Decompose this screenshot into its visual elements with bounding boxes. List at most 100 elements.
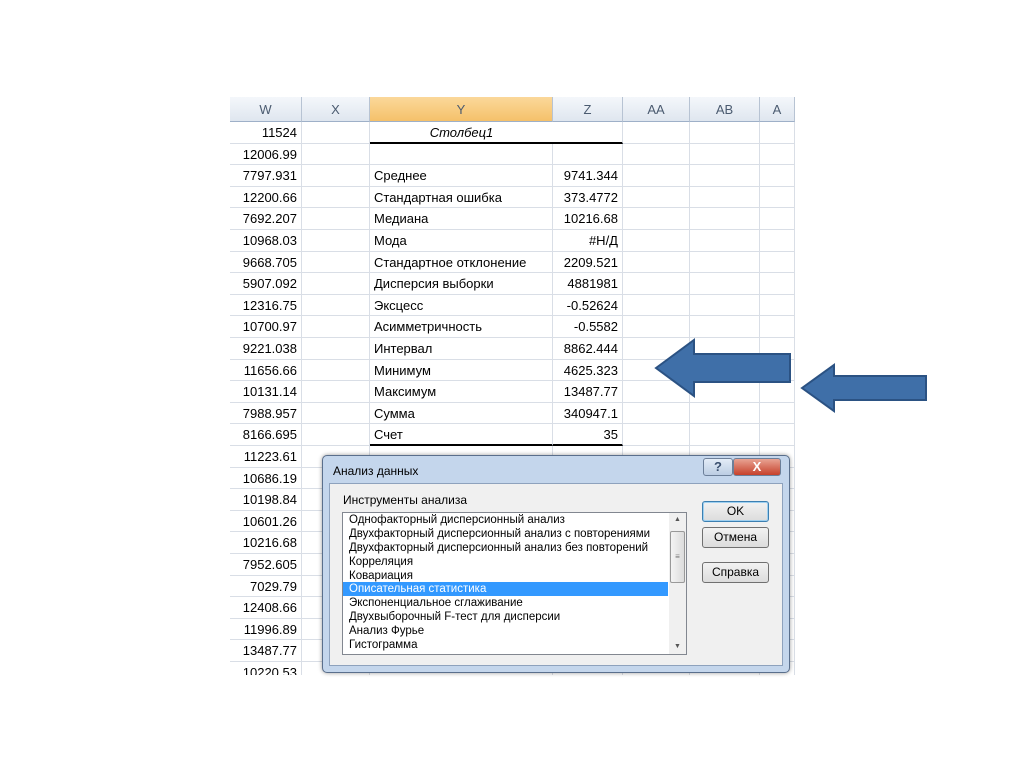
cell[interactable] <box>623 273 690 295</box>
listbox-scrollbar[interactable]: ▲ ≡ ▼ <box>669 513 686 654</box>
cell[interactable] <box>690 402 760 425</box>
cell[interactable] <box>690 273 760 295</box>
cell[interactable] <box>623 294 690 317</box>
cell[interactable] <box>623 165 690 187</box>
cell[interactable] <box>760 251 795 274</box>
stat-label[interactable]: Стандартное отклонение <box>370 251 553 274</box>
stat-value[interactable]: #Н/Д <box>553 230 623 252</box>
cell[interactable] <box>690 316 760 338</box>
stat-value[interactable]: 8862.444 <box>553 338 623 360</box>
help-button[interactable]: Справка <box>702 562 769 583</box>
cell-w-value[interactable]: 12408.66 <box>230 597 302 619</box>
tool-list-item[interactable]: Двухфакторный дисперсионный анализ с пов… <box>343 527 668 541</box>
cell[interactable] <box>623 316 690 338</box>
column-header-a[interactable]: A <box>760 97 795 122</box>
cell[interactable] <box>690 122 760 144</box>
cell[interactable] <box>690 230 760 252</box>
tool-list-item[interactable]: Экспоненциальное сглаживание <box>343 596 668 610</box>
stat-label[interactable]: Медиана <box>370 208 553 230</box>
tool-list-item[interactable]: Ковариация <box>343 569 668 583</box>
cell[interactable] <box>623 122 690 144</box>
stat-value[interactable]: 340947.1 <box>553 402 623 425</box>
cell[interactable] <box>760 122 795 144</box>
cell[interactable] <box>623 230 690 252</box>
cell-w-value[interactable]: 10601.26 <box>230 510 302 533</box>
cell-w-value[interactable]: 11223.61 <box>230 446 302 468</box>
tool-list-item[interactable]: Однофакторный дисперсионный анализ <box>343 513 668 527</box>
cell-w-value[interactable]: 8166.695 <box>230 424 302 446</box>
tool-list-item[interactable]: Корреляция <box>343 555 668 569</box>
cell[interactable] <box>302 186 370 209</box>
cell[interactable] <box>760 294 795 317</box>
cell[interactable] <box>302 424 370 446</box>
stat-label[interactable]: Асимметричность <box>370 316 553 338</box>
column-header-aa[interactable]: AA <box>623 97 690 122</box>
column-header-y[interactable]: Y <box>370 97 553 122</box>
stat-label[interactable]: Мода <box>370 230 553 252</box>
column-header-ab[interactable]: AB <box>690 97 760 122</box>
cell[interactable] <box>370 143 553 166</box>
cell-w-value[interactable]: 7988.957 <box>230 402 302 425</box>
cell-w-value[interactable]: 11656.66 <box>230 359 302 382</box>
stat-value[interactable]: 2209.521 <box>553 251 623 274</box>
cell[interactable] <box>760 402 795 425</box>
cell[interactable] <box>760 316 795 338</box>
tool-list-item[interactable]: Анализ Фурье <box>343 624 668 638</box>
tool-list-item[interactable]: Двухфакторный дисперсионный анализ без п… <box>343 541 668 555</box>
cell-w-value[interactable]: 9221.038 <box>230 338 302 360</box>
cell-w-value[interactable]: 10216.68 <box>230 532 302 554</box>
cell[interactable] <box>760 273 795 295</box>
cell-w-value[interactable]: 7797.931 <box>230 165 302 187</box>
cell-w-value[interactable]: 10700.97 <box>230 316 302 338</box>
cell[interactable] <box>302 316 370 338</box>
stat-label[interactable]: Максимум <box>370 381 553 403</box>
stat-value[interactable]: 4625.323 <box>553 359 623 382</box>
cell-w-value[interactable]: 11524 <box>230 122 302 144</box>
column-header-z[interactable]: Z <box>553 97 623 122</box>
cell-w-value[interactable]: 12316.75 <box>230 294 302 317</box>
stat-label[interactable]: Среднее <box>370 165 553 187</box>
column-header-x[interactable]: X <box>302 97 370 122</box>
cell[interactable] <box>690 294 760 317</box>
cell[interactable] <box>623 143 690 166</box>
cell-w-value[interactable]: 10198.84 <box>230 489 302 511</box>
cell-w-value[interactable]: 7952.605 <box>230 554 302 576</box>
cell[interactable] <box>623 186 690 209</box>
cell-w-value[interactable]: 9668.705 <box>230 251 302 274</box>
cell[interactable] <box>760 165 795 187</box>
cell[interactable] <box>302 338 370 360</box>
cell[interactable] <box>302 359 370 382</box>
stat-value[interactable]: 9741.344 <box>553 165 623 187</box>
stat-label[interactable]: Дисперсия выборки <box>370 273 553 295</box>
cell[interactable] <box>302 402 370 425</box>
cell[interactable] <box>302 294 370 317</box>
cell[interactable] <box>623 424 690 446</box>
stat-value[interactable]: 4881981 <box>553 273 623 295</box>
stats-header[interactable]: Столбец1 <box>370 122 553 144</box>
cell[interactable] <box>302 251 370 274</box>
stat-value[interactable]: -0.5582 <box>553 316 623 338</box>
tools-listbox[interactable]: Однофакторный дисперсионный анализ Двухфа… <box>342 512 687 655</box>
cell[interactable] <box>760 230 795 252</box>
cell[interactable] <box>623 251 690 274</box>
cell[interactable] <box>623 208 690 230</box>
cell[interactable] <box>302 143 370 166</box>
cell-w-value[interactable]: 11996.89 <box>230 618 302 641</box>
cell-w-value[interactable]: 7029.79 <box>230 575 302 598</box>
stat-label[interactable]: Сумма <box>370 402 553 425</box>
cell[interactable] <box>553 122 623 144</box>
stat-value[interactable]: 13487.77 <box>553 381 623 403</box>
cell[interactable] <box>690 143 760 166</box>
cell-w-value[interactable]: 12200.66 <box>230 186 302 209</box>
tool-list-item[interactable]: Описательная статистика <box>343 582 668 597</box>
scroll-down-icon[interactable]: ▼ <box>669 640 686 654</box>
cell[interactable] <box>760 208 795 230</box>
cell-w-value[interactable]: 5907.092 <box>230 273 302 295</box>
cell[interactable] <box>623 402 690 425</box>
stat-label[interactable]: Минимум <box>370 359 553 382</box>
cell[interactable] <box>690 165 760 187</box>
cell[interactable] <box>760 143 795 166</box>
scroll-thumb[interactable]: ≡ <box>670 531 685 583</box>
stat-value[interactable]: 35 <box>553 424 623 446</box>
cell[interactable] <box>690 424 760 446</box>
